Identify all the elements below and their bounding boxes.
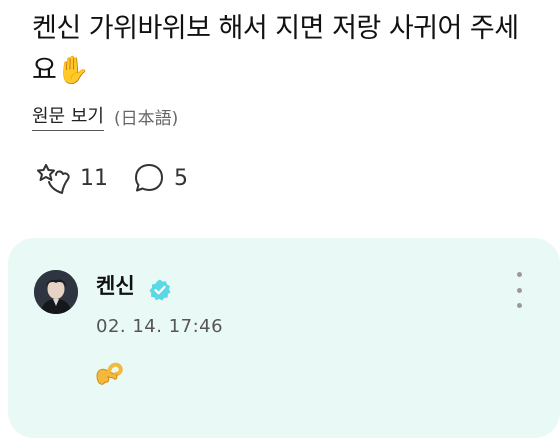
comment-timestamp: 02. 14. 17:46 — [96, 316, 224, 337]
comment-card — [8, 238, 560, 438]
verified-badge-icon — [148, 278, 172, 306]
reaction-bar: 11 5 — [32, 160, 212, 196]
view-original-link[interactable]: 원문 보기 — [32, 102, 104, 131]
more-options-button[interactable] — [508, 272, 530, 308]
comment-author-name[interactable]: 켄신 — [96, 272, 135, 300]
more-dot-icon — [516, 272, 522, 277]
speech-bubble-icon — [132, 161, 166, 195]
sparkle-heart-icon — [32, 160, 72, 196]
like-count: 11 — [80, 165, 108, 191]
comment-button[interactable]: 5 — [132, 161, 188, 195]
comment-count: 5 — [174, 165, 188, 191]
ok-hand-emoji — [94, 362, 126, 394]
more-dot-icon — [516, 287, 522, 293]
translation-row: 원문 보기 (日本語) — [32, 102, 179, 131]
avatar[interactable] — [34, 270, 78, 314]
more-dot-icon — [516, 303, 522, 308]
original-language-label: (日本語) — [113, 108, 179, 129]
post-text: 켄신 가위바위보 해서 지면 저랑 사귀어 주세요✋ — [32, 13, 519, 86]
comment-body: 👌 — [94, 360, 126, 394]
like-button[interactable]: 11 — [32, 160, 108, 196]
